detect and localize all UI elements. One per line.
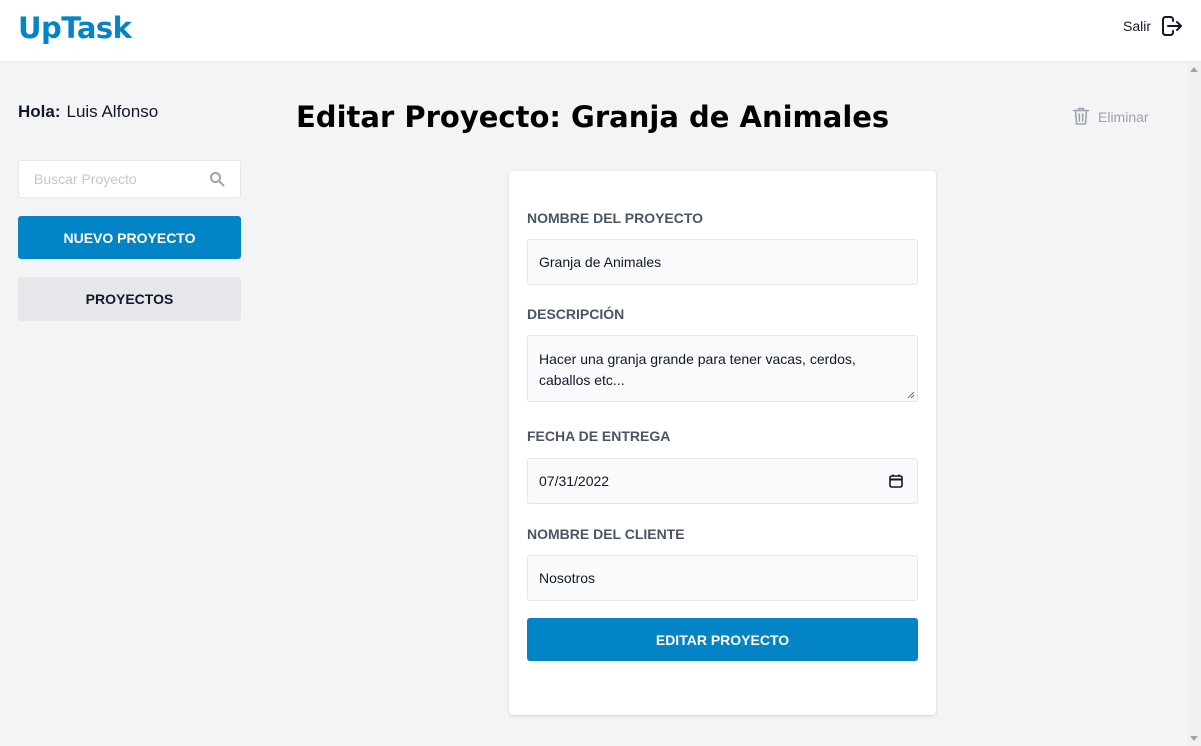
due-date-label: FECHA DE ENTREGA <box>527 428 671 444</box>
scroll-down-arrow-icon[interactable] <box>1190 736 1198 741</box>
edit-project-form: NOMBRE DEL PROYECTO Granja de Animales D… <box>509 171 936 715</box>
projects-button[interactable]: PROYECTOS <box>18 277 241 321</box>
top-navbar: UpTask Salir <box>0 0 1201 62</box>
project-search <box>18 160 241 198</box>
user-name: Luis Alfonso <box>66 102 159 121</box>
calendar-icon[interactable] <box>889 474 903 491</box>
page-title: Editar Proyecto: Granja de Animales <box>296 100 890 134</box>
client-name-label: NOMBRE DEL CLIENTE <box>527 526 685 542</box>
new-project-button[interactable]: NUEVO PROYECTO <box>18 216 241 259</box>
project-name-label: NOMBRE DEL PROYECTO <box>527 210 704 226</box>
resize-grip-icon[interactable] <box>907 391 915 399</box>
logout-icon <box>1159 14 1183 38</box>
page-scrollbar[interactable] <box>1187 62 1201 746</box>
app-logo[interactable]: UpTask <box>18 11 132 45</box>
delete-label: Eliminar <box>1098 109 1149 125</box>
client-name-input[interactable]: Nosotros <box>527 555 918 601</box>
description-label: DESCRIPCIÓN <box>527 306 625 322</box>
search-input[interactable] <box>19 161 199 197</box>
logout-button[interactable]: Salir <box>1123 14 1183 38</box>
delete-project-button[interactable]: Eliminar <box>1072 107 1149 127</box>
search-icon[interactable] <box>209 171 225 192</box>
description-text: Hacer una granja grande para tener vacas… <box>539 351 856 388</box>
project-name-input[interactable]: Granja de Animales <box>527 239 918 285</box>
description-textarea[interactable]: Hacer una granja grande para tener vacas… <box>527 335 918 402</box>
greeting-label: Hola: <box>18 102 61 121</box>
scroll-up-arrow-icon[interactable] <box>1190 67 1198 72</box>
edit-project-submit-button[interactable]: EDITAR PROYECTO <box>527 618 918 661</box>
user-greeting: Hola: Luis Alfonso <box>18 102 158 122</box>
logout-label: Salir <box>1122 18 1151 34</box>
due-date-input[interactable]: 07/31/2022 <box>527 458 918 504</box>
trash-icon <box>1072 106 1090 129</box>
due-date-value: 07/31/2022 <box>539 473 610 489</box>
